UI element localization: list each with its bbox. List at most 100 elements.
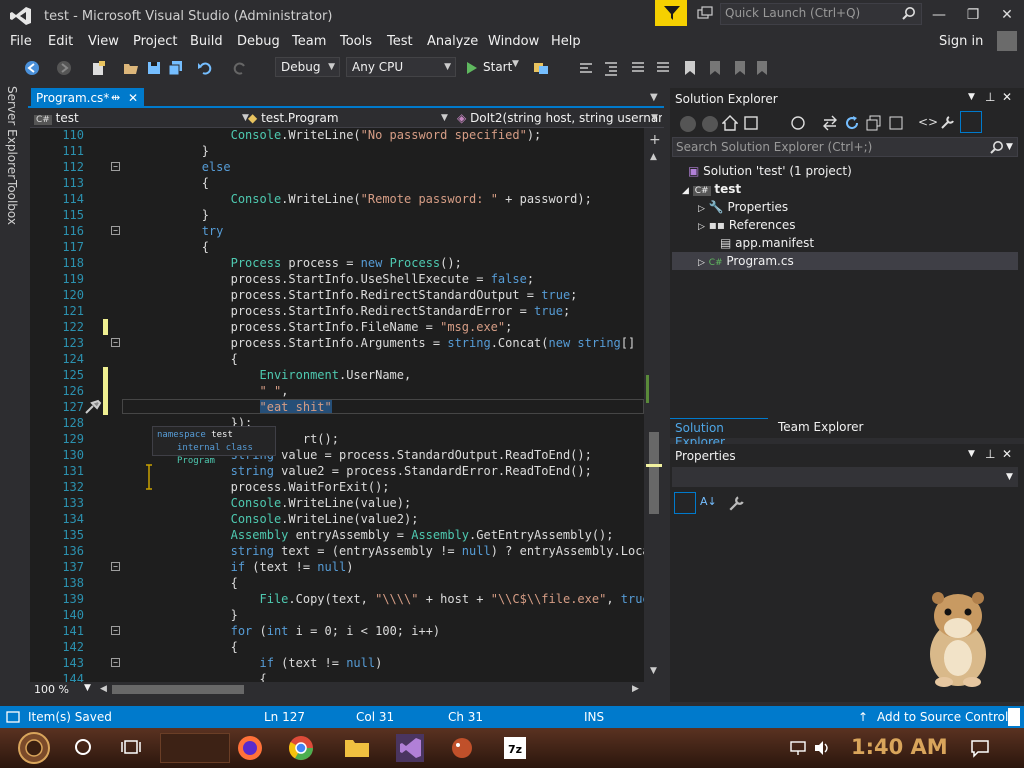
network-icon[interactable] bbox=[789, 740, 807, 756]
code-line[interactable]: 117 { bbox=[30, 239, 644, 255]
sign-in-link[interactable]: Sign in bbox=[939, 34, 983, 49]
next-bookmark-icon[interactable] bbox=[732, 60, 748, 76]
code-line[interactable]: 124 { bbox=[30, 351, 644, 367]
new-project-icon[interactable] bbox=[90, 60, 106, 76]
tree-item-app-manifest[interactable]: ▤ app.manifest bbox=[720, 236, 814, 250]
preview-selected-items-icon[interactable] bbox=[960, 111, 982, 133]
indent-icon[interactable] bbox=[603, 60, 619, 76]
start-debugging-button[interactable]: Start bbox=[483, 60, 512, 74]
menu-edit[interactable]: Edit bbox=[48, 34, 73, 49]
previous-bookmark-icon[interactable] bbox=[707, 60, 723, 76]
pin-panel-icon[interactable]: ⊥ bbox=[985, 90, 995, 104]
menu-analyze[interactable]: Analyze bbox=[427, 34, 478, 49]
code-line[interactable]: 142 { bbox=[30, 639, 644, 655]
start-play-icon[interactable] bbox=[464, 60, 480, 76]
code-line[interactable]: 137− if (text != null) bbox=[30, 559, 644, 575]
toolbox-tab[interactable]: Toolbox bbox=[5, 180, 19, 225]
close-button[interactable]: ✕ bbox=[992, 4, 1022, 26]
bookmark-icon[interactable] bbox=[682, 60, 698, 76]
navigate-forward-icon[interactable] bbox=[56, 60, 72, 76]
menu-window[interactable]: Window bbox=[488, 34, 539, 49]
code-line[interactable]: 116− try bbox=[30, 223, 644, 239]
menu-help[interactable]: Help bbox=[551, 34, 581, 49]
menu-view[interactable]: View bbox=[88, 34, 119, 49]
editor-vertical-scrollbar[interactable] bbox=[644, 128, 664, 682]
search-options-chevron-icon[interactable]: ▼ bbox=[1006, 142, 1013, 152]
profile-icon[interactable] bbox=[997, 31, 1017, 51]
volume-icon[interactable] bbox=[813, 740, 831, 756]
code-line[interactable]: 144 { bbox=[30, 671, 644, 682]
code-line[interactable]: 113 { bbox=[30, 175, 644, 191]
uncomment-lines-icon[interactable] bbox=[655, 60, 671, 76]
code-line[interactable]: 130 string value = process.StandardOutpu… bbox=[30, 447, 644, 463]
tab-team-explorer[interactable]: Team Explorer bbox=[774, 418, 874, 438]
tab-solution-explorer[interactable]: Solution Explorer bbox=[670, 418, 768, 449]
code-line[interactable]: 132 process.WaitForExit(); bbox=[30, 479, 644, 495]
split-editor-icon[interactable]: + bbox=[649, 132, 661, 148]
server-explorer-tab[interactable]: Server Explorer bbox=[5, 86, 19, 179]
show-all-files-icon[interactable] bbox=[888, 115, 904, 131]
visual-studio-taskbar-icon[interactable] bbox=[390, 732, 430, 764]
properties-wrench-icon[interactable] bbox=[940, 114, 956, 130]
code-line[interactable]: 138 { bbox=[30, 575, 644, 591]
7zip-icon[interactable]: 7z bbox=[495, 732, 535, 764]
code-line[interactable]: 141− for (int i = 0; i < 100; i++) bbox=[30, 623, 644, 639]
switch-views-icon[interactable] bbox=[744, 115, 762, 131]
share-icon[interactable] bbox=[697, 6, 713, 20]
menu-file[interactable]: File bbox=[10, 34, 32, 49]
code-line[interactable]: 114 Console.WriteLine("Remote password: … bbox=[30, 191, 644, 207]
code-line[interactable]: 111 } bbox=[30, 143, 644, 159]
clear-bookmarks-icon[interactable] bbox=[754, 60, 770, 76]
output-window-icon[interactable] bbox=[6, 710, 20, 724]
solution-configuration-select[interactable]: Debug ▼ bbox=[275, 57, 340, 77]
firefox-icon[interactable] bbox=[230, 732, 270, 764]
properties-object-select[interactable] bbox=[672, 467, 1018, 487]
code-line[interactable]: 139 File.Copy(text, "\\\\" + host + "\\C… bbox=[30, 591, 644, 607]
nav-class-select[interactable]: ◆ test.Program ▼ bbox=[248, 109, 452, 127]
navigate-back-icon[interactable] bbox=[24, 60, 40, 76]
action-center-icon[interactable] bbox=[970, 738, 990, 758]
start-button-icon[interactable] bbox=[12, 731, 56, 765]
menu-tools[interactable]: Tools bbox=[340, 34, 372, 49]
code-line[interactable]: 115 } bbox=[30, 207, 644, 223]
chevron-down-icon[interactable]: ▼ bbox=[1006, 472, 1013, 482]
sync-active-document-icon[interactable] bbox=[822, 115, 838, 131]
maximize-button[interactable]: ❐ bbox=[958, 4, 988, 26]
tree-item-project-test[interactable]: ◢ C# test bbox=[682, 182, 741, 196]
code-line[interactable]: 135 Assembly entryAssembly = Assembly.Ge… bbox=[30, 527, 644, 543]
task-view-icon[interactable] bbox=[121, 738, 141, 756]
home-icon[interactable] bbox=[722, 115, 738, 131]
scroll-left-arrow-icon[interactable]: ◀ bbox=[100, 684, 107, 694]
horizontal-scroll-thumb[interactable] bbox=[112, 685, 244, 694]
vertical-scroll-thumb[interactable] bbox=[649, 432, 659, 514]
minimize-button[interactable]: — bbox=[924, 4, 954, 26]
code-line[interactable]: 133 Console.WriteLine(value); bbox=[30, 495, 644, 511]
tree-item-solution[interactable]: ▣ Solution 'test' (1 project) bbox=[688, 164, 852, 178]
code-line[interactable]: 120 process.StartInfo.RedirectStandardOu… bbox=[30, 287, 644, 303]
code-line[interactable]: 126 " ", bbox=[30, 383, 644, 399]
cortana-search-icon[interactable] bbox=[74, 738, 92, 756]
code-line[interactable]: 129 rt(); bbox=[30, 431, 644, 447]
save-all-icon[interactable] bbox=[168, 60, 184, 76]
redo-icon[interactable] bbox=[232, 60, 248, 76]
panel-menu-chevron-icon[interactable]: ▼ bbox=[968, 449, 975, 459]
code-line[interactable]: 118 Process process = new Process(); bbox=[30, 255, 644, 271]
tab-program-cs[interactable]: Program.cs* ⇹ ✕ bbox=[31, 88, 144, 108]
step-into-icon[interactable] bbox=[578, 60, 594, 76]
pending-changes-filter-icon[interactable] bbox=[790, 115, 806, 131]
property-pages-wrench-icon[interactable] bbox=[728, 494, 746, 512]
panel-menu-chevron-icon[interactable]: ▼ bbox=[968, 92, 975, 102]
code-line[interactable]: 140 } bbox=[30, 607, 644, 623]
taskbar-clock[interactable]: 1:40 AM bbox=[851, 735, 948, 759]
tab-overflow-chevron-icon[interactable]: ▼ bbox=[650, 92, 658, 103]
categorized-view-icon[interactable] bbox=[674, 492, 696, 514]
code-line[interactable]: 123− process.StartInfo.Arguments = strin… bbox=[30, 335, 644, 351]
code-line[interactable]: 143− if (text != null) bbox=[30, 655, 644, 671]
tree-item-properties[interactable]: ▷ 🔧 Properties bbox=[698, 200, 788, 214]
nav-project-select[interactable]: C# test ▼ bbox=[34, 109, 254, 127]
code-line[interactable]: 131 string value2 = process.StandardErro… bbox=[30, 463, 644, 479]
tree-item-references[interactable]: ▷ ▪▪ References bbox=[698, 218, 796, 232]
browser-link-icon[interactable] bbox=[533, 60, 549, 76]
zoom-level-select[interactable]: 100 % ▼ bbox=[34, 683, 94, 697]
pin-tab-icon[interactable]: ⇹ bbox=[111, 88, 120, 108]
